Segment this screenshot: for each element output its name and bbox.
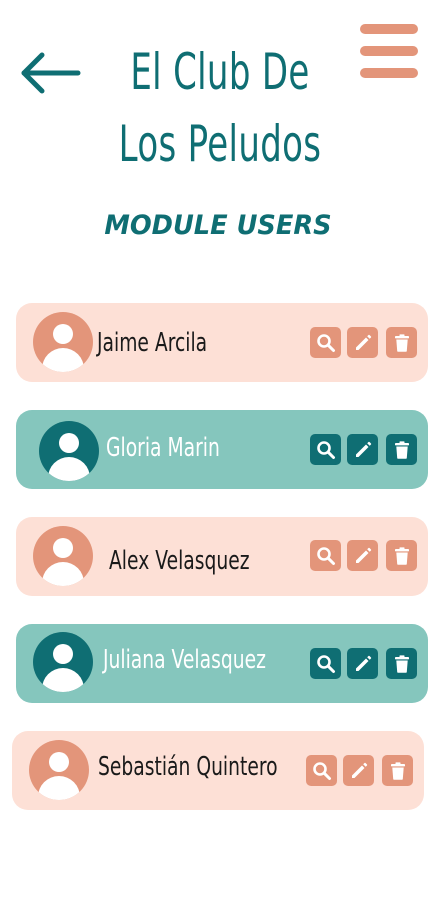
user-card: Gloria Marin — [16, 410, 428, 489]
view-user-button[interactable] — [306, 755, 337, 786]
trash-icon — [394, 654, 409, 673]
view-user-button[interactable] — [310, 327, 341, 358]
app-title: El Club De Los Peludos — [118, 43, 322, 173]
user-avatar-icon — [33, 526, 93, 586]
menu-button[interactable] — [358, 20, 420, 82]
user-avatar-icon — [33, 312, 93, 372]
menu-bar — [360, 24, 418, 34]
user-avatar-icon — [33, 632, 93, 692]
trash-icon — [394, 440, 409, 459]
edit-user-button[interactable] — [347, 540, 378, 571]
trash-icon — [394, 333, 409, 352]
user-name: Jaime Arcila — [97, 328, 208, 358]
delete-user-button[interactable] — [382, 755, 413, 786]
page-subtitle: MODULE USERS — [104, 210, 332, 241]
delete-user-button[interactable] — [386, 434, 417, 465]
trash-icon — [390, 761, 405, 780]
trash-icon — [394, 546, 409, 565]
pencil-icon — [355, 334, 371, 350]
users-module-screen: El Club De Los Peludos MODULE USERS Jaim… — [0, 0, 440, 900]
menu-bar — [360, 68, 418, 78]
search-icon — [312, 761, 331, 780]
user-avatar-icon — [39, 421, 99, 481]
edit-user-button[interactable] — [347, 648, 378, 679]
user-name: Alex Velasquez — [109, 546, 250, 576]
user-name: Gloria Marin — [106, 433, 220, 463]
pencil-icon — [351, 762, 367, 778]
search-icon — [316, 546, 335, 565]
view-user-button[interactable] — [310, 648, 341, 679]
user-card: Juliana Velasquez — [16, 624, 428, 703]
view-user-button[interactable] — [310, 540, 341, 571]
search-icon — [316, 333, 335, 352]
search-icon — [316, 654, 335, 673]
menu-bar — [360, 46, 418, 56]
delete-user-button[interactable] — [386, 327, 417, 358]
edit-user-button[interactable] — [347, 327, 378, 358]
delete-user-button[interactable] — [386, 540, 417, 571]
back-button[interactable] — [18, 50, 82, 96]
user-name: Juliana Velasquez — [103, 645, 266, 675]
edit-user-button[interactable] — [347, 434, 378, 465]
user-name: Sebastián Quintero — [98, 752, 278, 782]
view-user-button[interactable] — [310, 434, 341, 465]
user-avatar-icon — [29, 740, 89, 800]
search-icon — [316, 440, 335, 459]
pencil-icon — [355, 547, 371, 563]
arrow-left-icon — [21, 52, 81, 94]
delete-user-button[interactable] — [386, 648, 417, 679]
user-card: Sebastián Quintero — [12, 731, 424, 810]
pencil-icon — [355, 655, 371, 671]
user-card: Alex Velasquez — [16, 517, 428, 596]
edit-user-button[interactable] — [343, 755, 374, 786]
user-card: Jaime Arcila — [16, 303, 428, 382]
pencil-icon — [355, 441, 371, 457]
